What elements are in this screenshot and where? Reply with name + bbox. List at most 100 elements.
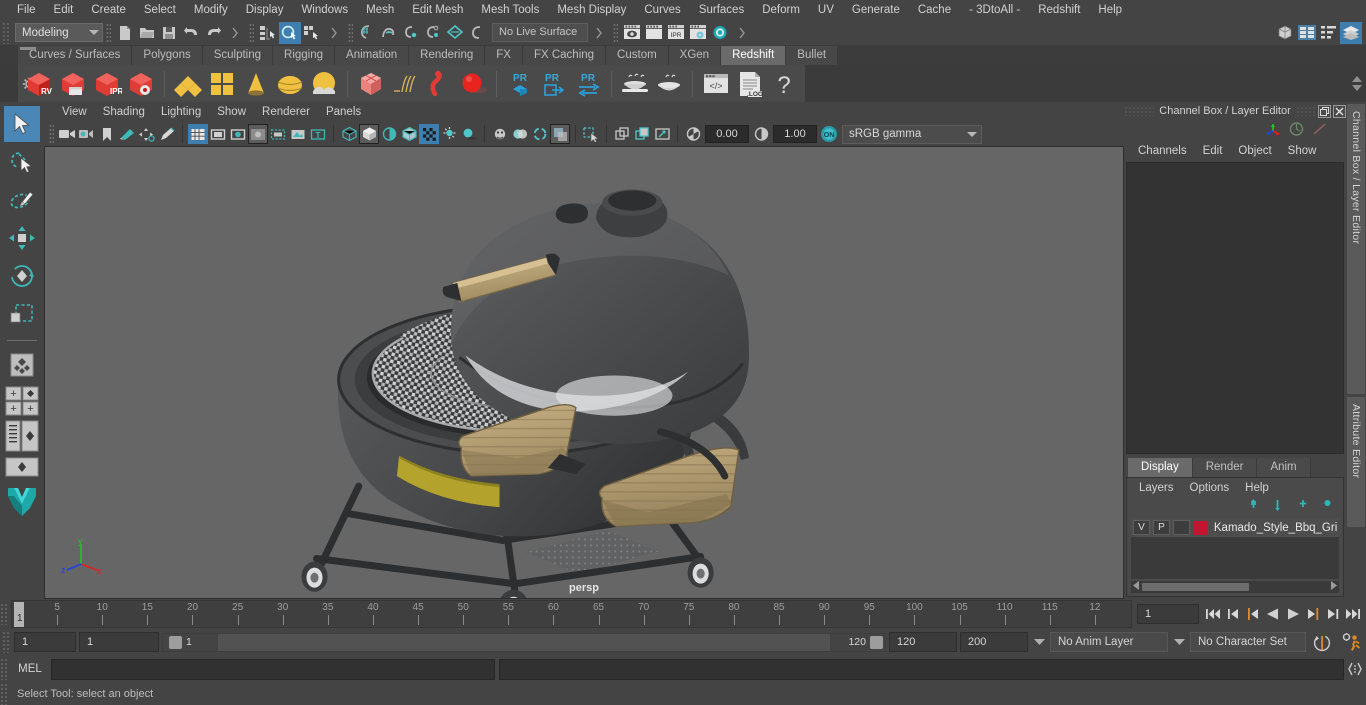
exposure-icon[interactable] bbox=[683, 124, 703, 144]
smooth-shade-all-icon[interactable] bbox=[359, 124, 379, 144]
redshift-pr-export-icon[interactable]: PR bbox=[537, 67, 571, 101]
menu-edit[interactable]: Edit bbox=[45, 0, 83, 20]
current-frame-field[interactable]: 1 bbox=[1137, 604, 1199, 624]
select-tool-button[interactable] bbox=[4, 106, 40, 142]
layer-visibility-toggle[interactable]: V bbox=[1133, 520, 1150, 535]
redo-render-button[interactable] bbox=[643, 22, 665, 44]
menu-mesh-display[interactable]: Mesh Display bbox=[548, 0, 635, 20]
redshift-render-sequence-icon[interactable] bbox=[56, 67, 90, 101]
time-slider[interactable]: 5 10 15 20 25 30 35 40 45 50 55 60 65 70 75 80 85 90 95 100… bbox=[11, 600, 1132, 628]
quick-layout-outliner-persp-button[interactable] bbox=[4, 419, 40, 453]
range-start-field[interactable]: 1 bbox=[14, 632, 76, 652]
shadows-icon[interactable] bbox=[459, 124, 479, 144]
render-settings-button[interactable] bbox=[687, 22, 709, 44]
3d-viewport[interactable]: y x z persp bbox=[44, 146, 1124, 599]
menu-uv[interactable]: UV bbox=[809, 0, 843, 20]
status-expand-3[interactable] bbox=[588, 22, 610, 44]
layer-menu-help[interactable]: Help bbox=[1237, 478, 1277, 498]
viewport-menu-view[interactable]: View bbox=[54, 102, 95, 122]
anti-aliasing-icon[interactable] bbox=[530, 124, 550, 144]
snap-to-grid-button[interactable] bbox=[356, 22, 378, 44]
gamma-icon[interactable] bbox=[751, 124, 771, 144]
viewport-menu-panels[interactable]: Panels bbox=[318, 102, 369, 122]
snap-to-view-plane-button[interactable] bbox=[444, 22, 466, 44]
grid-toggle-icon[interactable] bbox=[188, 124, 208, 144]
animation-end-field[interactable]: 120 bbox=[889, 632, 957, 652]
shelf-scroll-down-icon[interactable] bbox=[1352, 85, 1362, 91]
film-gate-dashed-icon[interactable] bbox=[268, 124, 288, 144]
shelf-scroll-up-icon[interactable] bbox=[1352, 76, 1362, 82]
ipr-render-button[interactable]: IPR bbox=[665, 22, 687, 44]
shelf-tab-fx[interactable]: FX bbox=[485, 46, 523, 65]
panel-restore-icon[interactable] bbox=[1318, 104, 1331, 118]
layer-playback-toggle[interactable]: P bbox=[1152, 520, 1170, 535]
redshift-proxy-icon[interactable] bbox=[171, 67, 205, 101]
gate-mask-icon[interactable] bbox=[248, 124, 268, 144]
paint-select-tool-button[interactable] bbox=[4, 182, 40, 218]
redshift-matte-icon[interactable] bbox=[205, 67, 239, 101]
layer-name[interactable]: Kamado_Style_Bbq_Gri bbox=[1211, 522, 1337, 534]
redshift-pr-update-icon[interactable]: PR bbox=[571, 67, 605, 101]
menu-generate[interactable]: Generate bbox=[843, 0, 909, 20]
wireframe-on-shaded-icon[interactable] bbox=[399, 124, 419, 144]
shelf-tab-polygons[interactable]: Polygons bbox=[132, 46, 203, 65]
undo-button[interactable] bbox=[180, 22, 202, 44]
channel-menu-object[interactable]: Object bbox=[1230, 140, 1279, 162]
layer-list-horizontal-scrollbar[interactable] bbox=[1131, 581, 1339, 593]
layer-menu-options[interactable]: Options bbox=[1182, 478, 1238, 498]
use-all-lights-icon[interactable] bbox=[439, 124, 459, 144]
range-slider-grip[interactable] bbox=[2, 631, 11, 653]
scroll-left-arrow-icon[interactable] bbox=[1131, 581, 1142, 593]
film-gate-icon[interactable] bbox=[208, 124, 228, 144]
status-expand-4[interactable] bbox=[731, 22, 753, 44]
status-expand-1[interactable] bbox=[224, 22, 246, 44]
menu-modify[interactable]: Modify bbox=[185, 0, 237, 20]
menu-mesh-tools[interactable]: Mesh Tools bbox=[472, 0, 548, 20]
shelf-tab-sculpting[interactable]: Sculpting bbox=[202, 46, 274, 65]
tab-anim[interactable]: Anim bbox=[1257, 458, 1311, 477]
channel-circle-icon[interactable] bbox=[1288, 121, 1305, 140]
status-grip-1[interactable] bbox=[106, 22, 111, 43]
shelf-tab-rigging[interactable]: Rigging bbox=[273, 46, 336, 65]
last-tool-used-button[interactable] bbox=[4, 347, 40, 383]
menu-create[interactable]: Create bbox=[82, 0, 135, 20]
menu-curves[interactable]: Curves bbox=[635, 0, 689, 20]
select-by-hierarchy-button[interactable] bbox=[257, 22, 279, 44]
bookmark-icon[interactable] bbox=[97, 124, 117, 144]
tab-display[interactable]: Display bbox=[1128, 458, 1193, 477]
screen-space-ao-icon[interactable] bbox=[550, 124, 570, 144]
redshift-hair-icon[interactable] bbox=[388, 67, 422, 101]
step-back-frame-button[interactable] bbox=[1243, 604, 1262, 624]
status-grip-3[interactable] bbox=[348, 22, 353, 43]
redshift-bake-icon[interactable] bbox=[618, 67, 652, 101]
redshift-settings-icon[interactable] bbox=[124, 67, 158, 101]
command-output-field[interactable] bbox=[499, 658, 1344, 680]
step-forward-frame-button[interactable] bbox=[1303, 604, 1322, 624]
menu-3dtoall[interactable]: - 3DtoAll - bbox=[960, 0, 1029, 20]
status-grip-4[interactable] bbox=[613, 22, 618, 43]
redshift-dome-light-icon[interactable] bbox=[273, 67, 307, 101]
render-current-frame-button[interactable] bbox=[621, 22, 643, 44]
texture-display-icon[interactable] bbox=[419, 124, 439, 144]
smooth-shade-selected-icon[interactable] bbox=[379, 124, 399, 144]
display-selection-icon[interactable] bbox=[612, 124, 632, 144]
menu-surfaces[interactable]: Surfaces bbox=[690, 0, 753, 20]
menu-deform[interactable]: Deform bbox=[753, 0, 809, 20]
layer-color-swatch[interactable] bbox=[1192, 520, 1208, 535]
viewport-menu-renderer[interactable]: Renderer bbox=[254, 102, 318, 122]
new-layer-from-selected-icon[interactable] bbox=[1315, 499, 1331, 515]
channel-box-content[interactable] bbox=[1126, 162, 1344, 454]
shelf-tab-animation[interactable]: Animation bbox=[335, 46, 410, 65]
resolution-gate-icon[interactable] bbox=[228, 124, 248, 144]
select-by-object-type-button[interactable] bbox=[279, 21, 301, 44]
quick-layout-four-button[interactable]: + + + bbox=[4, 385, 40, 417]
shelf-tab-bullet[interactable]: Bullet bbox=[786, 46, 839, 65]
shelf-tab-custom[interactable]: Custom bbox=[606, 46, 669, 65]
two-dimensional-pan-zoom-icon[interactable] bbox=[137, 124, 157, 144]
layer-list[interactable]: V P Kamado_Style_Bbq_Gri bbox=[1131, 518, 1339, 579]
menu-windows[interactable]: Windows bbox=[292, 0, 357, 20]
range-left-grip[interactable] bbox=[169, 635, 182, 649]
command-language-label[interactable]: MEL bbox=[9, 663, 51, 675]
menu-redshift[interactable]: Redshift bbox=[1029, 0, 1089, 20]
menu-set-selector[interactable]: Modeling bbox=[15, 23, 103, 42]
